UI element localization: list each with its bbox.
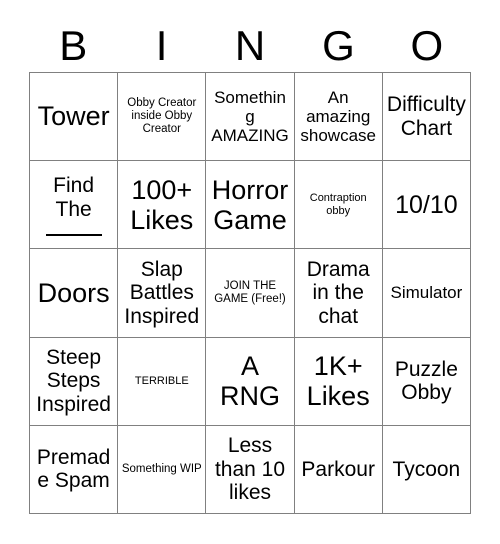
bingo-cell-r4-c2[interactable]: TERRIBLE (118, 337, 207, 426)
bingo-cell-r4-c5[interactable]: Puzzle Obby (382, 337, 471, 426)
bingo-cell-label: Premade Spam (36, 445, 111, 493)
header-letter-b: B (59, 22, 88, 69)
bingo-cell-label: 1K+ Likes (306, 350, 370, 412)
bingo-cell-label: Slap Battles Inspired (124, 257, 200, 328)
bingo-cell-r4-c1[interactable]: Steep Steps Inspired (30, 337, 119, 426)
bingo-cell-r3-c2[interactable]: Slap Battles Inspired (118, 249, 207, 338)
bingo-cell-label: Puzzle Obby (394, 357, 458, 405)
bingo-cell-label: Less than 10 likes (214, 434, 286, 505)
bingo-cell-label: 10/10 (395, 190, 458, 219)
bingo-cell-label: Parkour (301, 457, 375, 481)
bingo-cell-label: TERRIBLE (134, 375, 189, 388)
bingo-cell-label: Tower (37, 101, 110, 132)
bingo-cell-r5-c5[interactable]: Tycoon (382, 425, 471, 514)
bingo-cell-r2-c4[interactable]: Contraption obby (294, 161, 383, 250)
bingo-cell-r1-c3[interactable]: Something AMAZING (206, 73, 295, 162)
fill-in-blank-line (45, 234, 102, 237)
bingo-cell-label: Difficulty Chart (386, 93, 466, 140)
bingo-cell-r1-c5[interactable]: Difficulty Chart (382, 73, 471, 162)
bingo-grid: Tower Obby Creator inside Obby Creator Som… (29, 72, 471, 514)
bingo-cell-r4-c4[interactable]: 1K+ Likes (294, 337, 383, 426)
bingo-cell-r1-c1[interactable]: Tower (30, 73, 119, 162)
bingo-cell-label: Find The (53, 174, 95, 221)
bingo-cell-label: Steep Steps Inspired (36, 345, 111, 416)
bingo-cell-r2-c1[interactable]: Find The (30, 161, 119, 250)
bingo-cell-label: Contraption obby (309, 192, 367, 217)
bingo-cell-r5-c1[interactable]: Premade Spam (30, 425, 119, 514)
bingo-cell-r1-c4[interactable]: An amazing showcase (294, 73, 383, 162)
bingo-cell-r2-c2[interactable]: 100+ Likes (118, 161, 207, 250)
header-letter-n: N (234, 22, 266, 69)
bingo-cell-r1-c2[interactable]: Obby Creator inside Obby Creator (118, 73, 207, 162)
bingo-cell-r3-c3[interactable]: JOIN THE GAME (Free!) (206, 249, 295, 338)
bingo-cell-label: Simulator (390, 283, 463, 303)
bingo-cell-r2-c3[interactable]: Horror Game (206, 161, 295, 250)
bingo-cell-label: A RNG (219, 350, 280, 412)
bingo-cell-label: Something AMAZING (211, 88, 289, 146)
bingo-cell-r3-c1[interactable]: Doors (30, 249, 119, 338)
bingo-cell-label: Obby Creator inside Obby Creator (127, 97, 197, 136)
bingo-card: B I N G O Tower Obby Creator inside Obby … (0, 0, 500, 544)
bingo-cell-r5-c3[interactable]: Less than 10 likes (206, 425, 295, 514)
bingo-cell-r5-c2[interactable]: Something WIP (118, 425, 207, 514)
bingo-cell-r3-c5[interactable]: Simulator (382, 249, 471, 338)
bingo-cell-label: Horror Game (211, 174, 289, 235)
bingo-header: B I N G O (29, 20, 471, 72)
header-letter-i: I (155, 22, 168, 69)
bingo-cell-label: An amazing showcase (300, 88, 376, 146)
header-letter-g: G (322, 22, 355, 69)
bingo-cell-r2-c5[interactable]: 10/10 (382, 161, 471, 250)
bingo-cell-label: 100+ Likes (130, 174, 194, 235)
bingo-cell-r3-c4[interactable]: Drama in the chat (294, 249, 383, 338)
bingo-cell-label: Tycoon (392, 457, 461, 481)
bingo-cell-label: Drama in the chat (306, 257, 370, 328)
bingo-cell-r4-c3[interactable]: A RNG (206, 337, 295, 426)
bingo-cell-r5-c4[interactable]: Parkour (294, 425, 383, 514)
bingo-cell-label: Something WIP (121, 462, 202, 475)
bingo-cell-label: JOIN THE GAME (Free!) (214, 280, 286, 305)
bingo-cell-label: Doors (37, 277, 110, 308)
header-letter-o: O (410, 22, 444, 69)
